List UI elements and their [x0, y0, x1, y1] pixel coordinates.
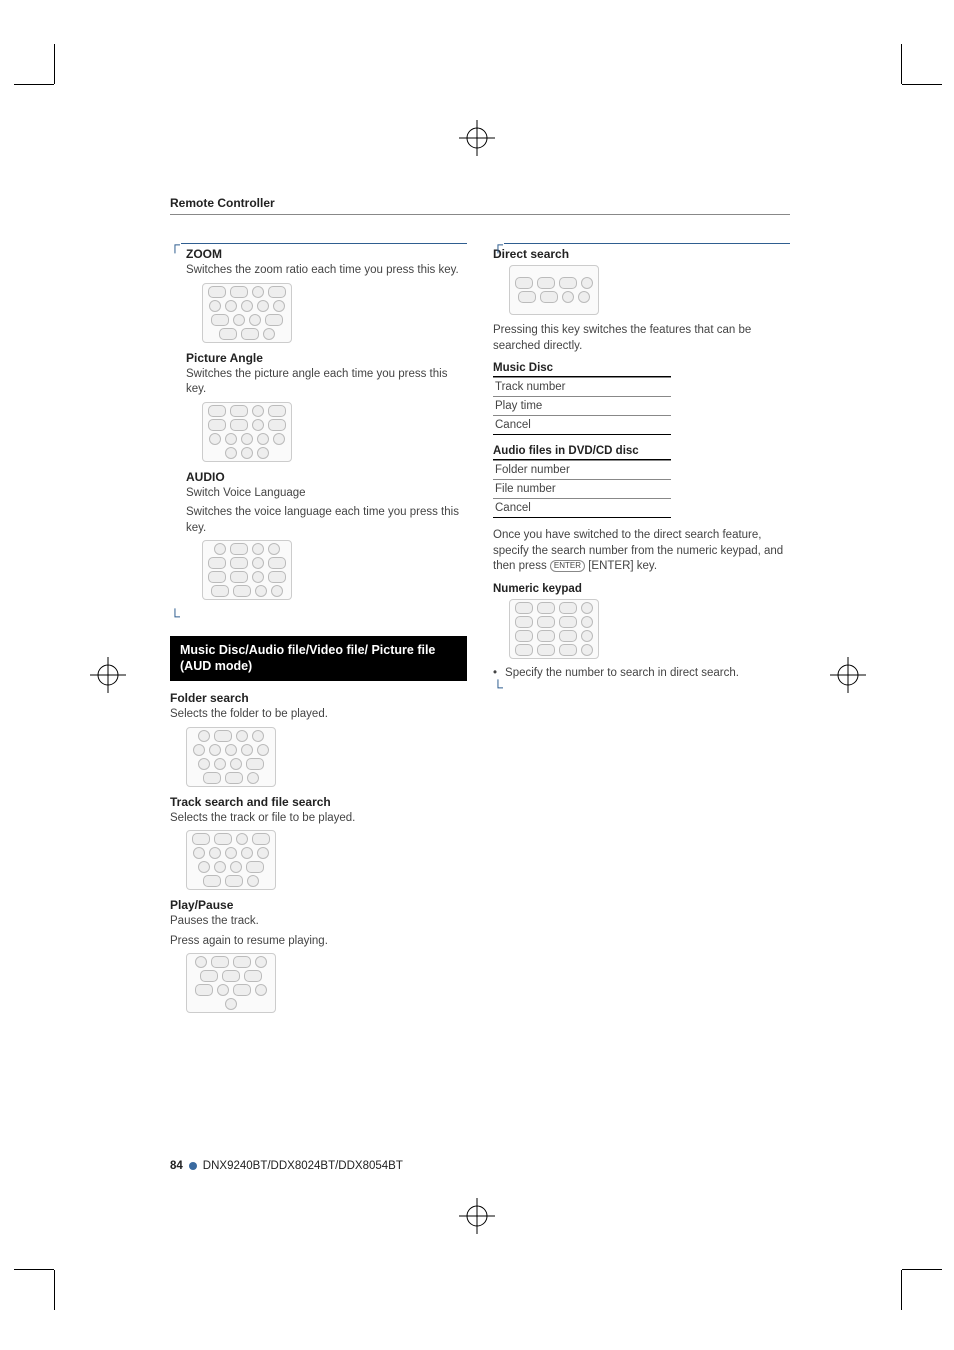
- footer-dot-icon: [189, 1162, 197, 1170]
- remote-keypad-illustration: [509, 599, 599, 659]
- hook-rule: ┌: [493, 237, 790, 243]
- audio-files-subhead: Audio files in DVD/CD disc: [493, 445, 790, 457]
- header-rule: [170, 214, 790, 215]
- music-disc-subhead: Music Disc: [493, 362, 790, 374]
- registration-target-icon: [459, 120, 495, 156]
- remote-keypad-illustration: [186, 830, 276, 890]
- enter-key-icon: ENTER: [550, 560, 585, 572]
- remote-keypad-illustration: [202, 402, 292, 462]
- table-row: Folder number: [493, 460, 671, 479]
- remote-keypad-illustration: [202, 540, 292, 600]
- table-row: File number: [493, 479, 671, 498]
- remote-keypad-illustration: [186, 953, 276, 1013]
- play-pause-line1: Pauses the track.: [170, 914, 467, 930]
- bullet-icon: •: [493, 667, 497, 679]
- audio-files-table: Folder number File number Cancel: [493, 459, 671, 518]
- numeric-keypad-subhead: Numeric keypad: [493, 583, 790, 595]
- right-column: ┌ Direct search Pressing this key switch…: [493, 227, 790, 1021]
- picture-angle-desc: Switches the picture angle each time you…: [170, 367, 467, 398]
- direct-search-desc: Pressing this key switches the features …: [493, 323, 790, 354]
- track-search-desc: Selects the track or file to be played.: [170, 811, 467, 827]
- left-column: ┌ ZOOM Switches the zoom ratio each time…: [170, 227, 467, 1021]
- remote-keypad-illustration: [202, 283, 292, 343]
- table-row: Cancel: [493, 415, 671, 434]
- play-pause-line2: Press again to resume playing.: [170, 934, 467, 950]
- zoom-heading: ZOOM: [170, 247, 467, 261]
- table-row: Track number: [493, 377, 671, 396]
- picture-angle-heading: Picture Angle: [170, 351, 467, 365]
- hook-start-icon: ┌: [493, 241, 501, 247]
- page-number: 84: [170, 1160, 183, 1172]
- hook-end-icon: └: [493, 679, 790, 695]
- audio-desc: Switches the voice language each time yo…: [170, 505, 467, 536]
- direct-search-heading: Direct search: [493, 247, 790, 261]
- numeric-keypad-bullet: • Specify the number to search in direct…: [493, 667, 790, 679]
- section-header: Remote Controller: [170, 196, 790, 210]
- track-search-heading: Track search and file search: [170, 795, 467, 809]
- hook-end-icon: └: [170, 608, 467, 624]
- zoom-desc: Switches the zoom ratio each time you pr…: [170, 263, 467, 279]
- registration-target-icon: [459, 1198, 495, 1234]
- footer-models: DNX9240BT/DDX8024BT/DDX8054BT: [203, 1160, 403, 1172]
- music-disc-table: Track number Play time Cancel: [493, 376, 671, 435]
- audio-heading: AUDIO: [170, 470, 467, 484]
- folder-search-heading: Folder search: [170, 691, 467, 705]
- page-footer: 84 DNX9240BT/DDX8024BT/DDX8054BT: [170, 1160, 790, 1172]
- play-pause-heading: Play/Pause: [170, 898, 467, 912]
- folder-search-desc: Selects the folder to be played.: [170, 707, 467, 723]
- hook-rule: ┌: [170, 237, 467, 243]
- remote-keypad-illustration: [186, 727, 276, 787]
- after-switch-text: Once you have switched to the direct sea…: [493, 528, 790, 575]
- registration-target-icon: [830, 657, 866, 693]
- mode-block-heading: Music Disc/Audio file/Video file/ Pictur…: [170, 636, 467, 681]
- remote-keypad-illustration: [509, 265, 599, 315]
- table-row: Cancel: [493, 498, 671, 517]
- hook-start-icon: ┌: [170, 241, 178, 247]
- table-row: Play time: [493, 396, 671, 415]
- audio-sub: Switch Voice Language: [170, 486, 467, 502]
- registration-target-icon: [90, 657, 126, 693]
